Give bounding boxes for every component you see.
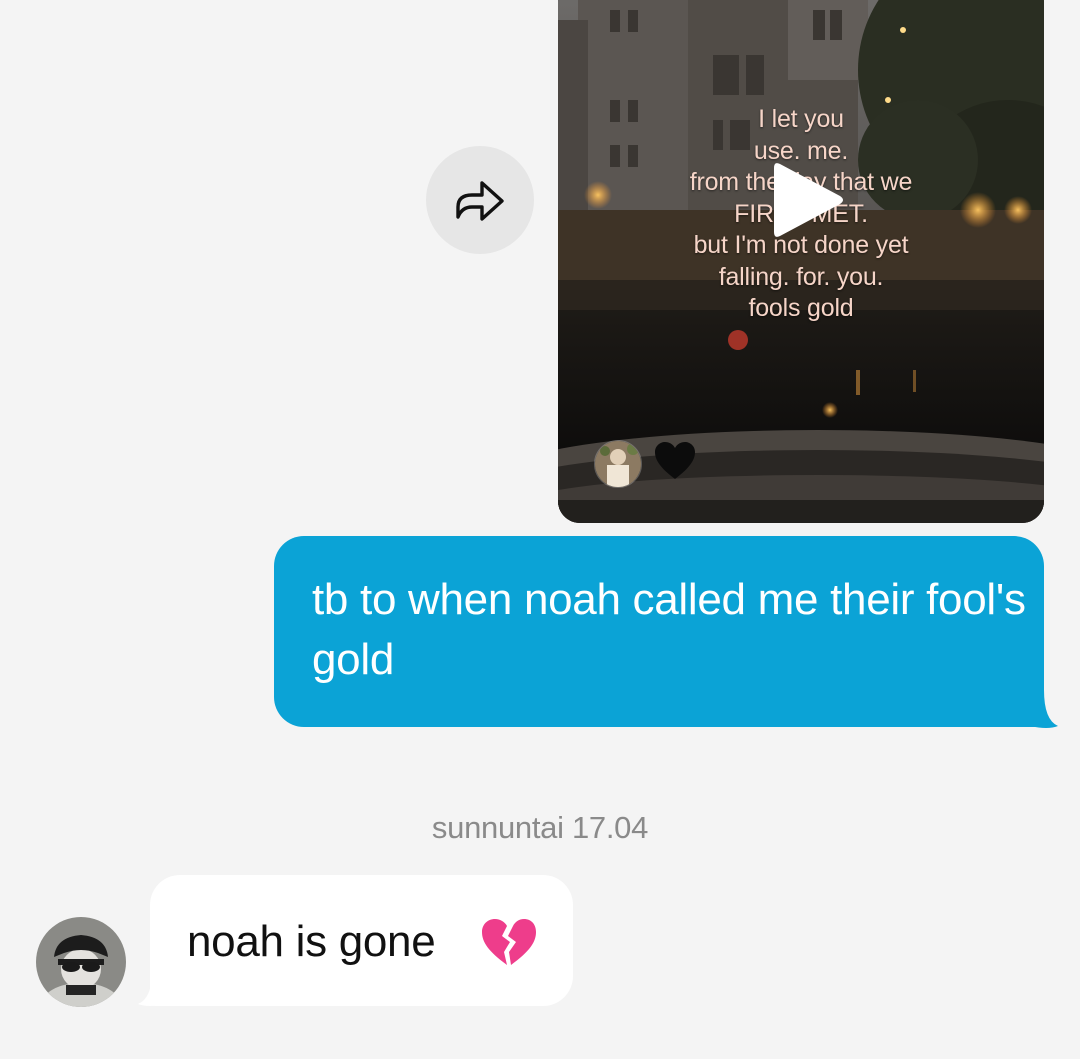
broken-heart-icon — [482, 919, 536, 966]
chat-screen: I let you use. me. from the day that we … — [0, 0, 1080, 1059]
share-arrow-icon — [456, 181, 504, 221]
date-separator: sunnuntai 17.04 — [431, 810, 649, 845]
bubble-tail — [1030, 690, 1058, 728]
caption-line: I let you — [758, 105, 844, 133]
shared-video-card[interactable]: I let you use. me. from the day that we … — [558, 0, 1044, 523]
caption-line: fools gold — [748, 294, 854, 322]
creator-avatar[interactable] — [594, 440, 642, 488]
incoming-message-text: noah is gone — [187, 917, 436, 966]
sender-avatar[interactable] — [36, 917, 126, 1007]
forward-button[interactable] — [426, 146, 534, 254]
black-heart-icon — [655, 442, 695, 479]
play-icon[interactable] — [770, 158, 846, 242]
outgoing-message-text: tb to when noah called me their fool's g… — [312, 575, 1026, 684]
caption-line: falling. for. you. — [718, 262, 884, 291]
bubble-tail — [138, 972, 166, 1006]
